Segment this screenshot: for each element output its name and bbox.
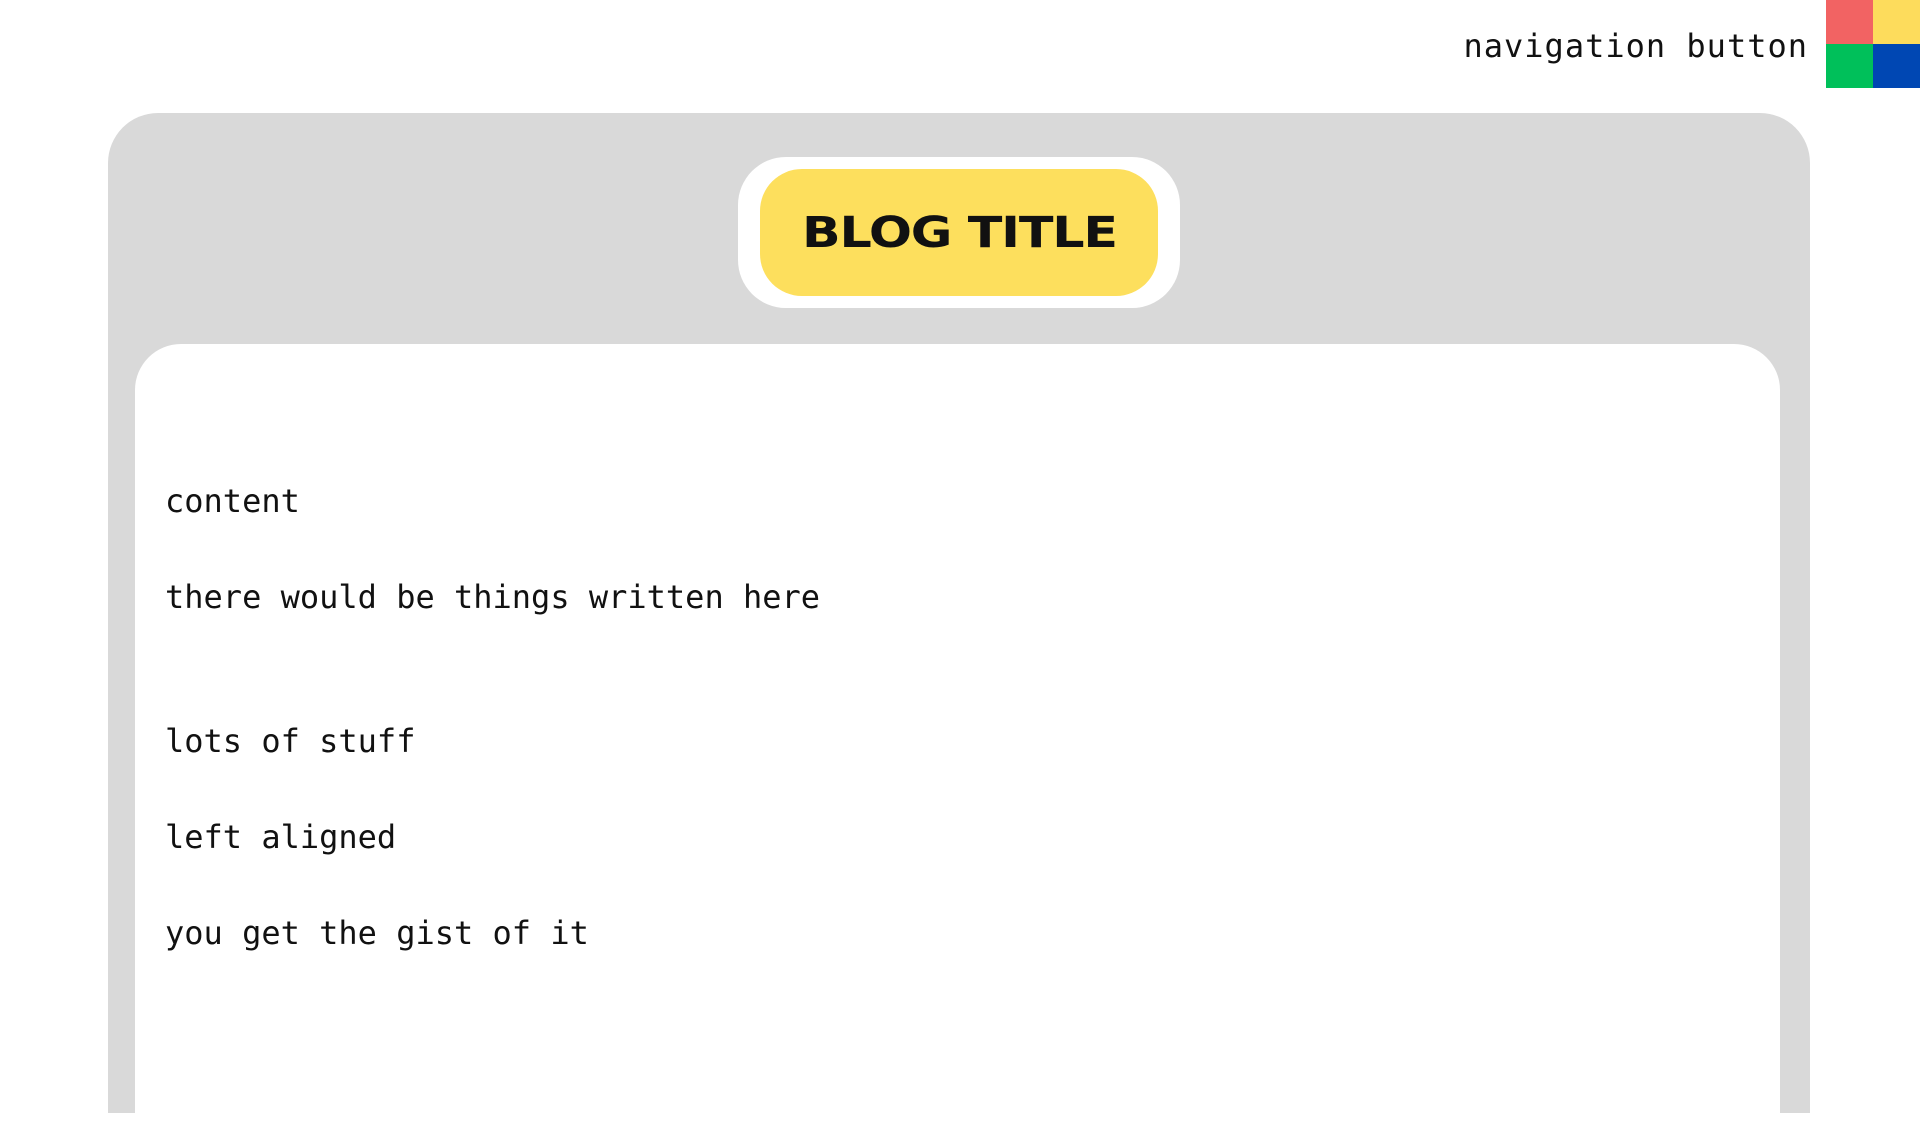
navigation-button-label[interactable]: navigation button <box>1463 24 1808 68</box>
content-line: lots of stuff <box>165 722 416 760</box>
content-line: there would be things written here <box>165 578 821 616</box>
content-line: you get the gist of it <box>165 914 589 952</box>
content-line: left aligned <box>165 818 397 856</box>
content-line: content <box>165 482 300 520</box>
nav-tile-red <box>1826 0 1873 44</box>
navigation-button[interactable] <box>1826 0 1920 88</box>
nav-tile-yellow <box>1873 0 1920 44</box>
blog-title: BLOG TITLE <box>801 207 1118 258</box>
blog-card: BLOG TITLE content there would be things… <box>108 113 1810 1144</box>
nav-tile-green <box>1826 44 1873 88</box>
blog-title-frame: BLOG TITLE <box>738 157 1180 308</box>
nav-tile-blue <box>1873 44 1920 88</box>
content-panel: content there would be things written he… <box>135 344 1780 1144</box>
blog-title-pill: BLOG TITLE <box>760 169 1158 296</box>
